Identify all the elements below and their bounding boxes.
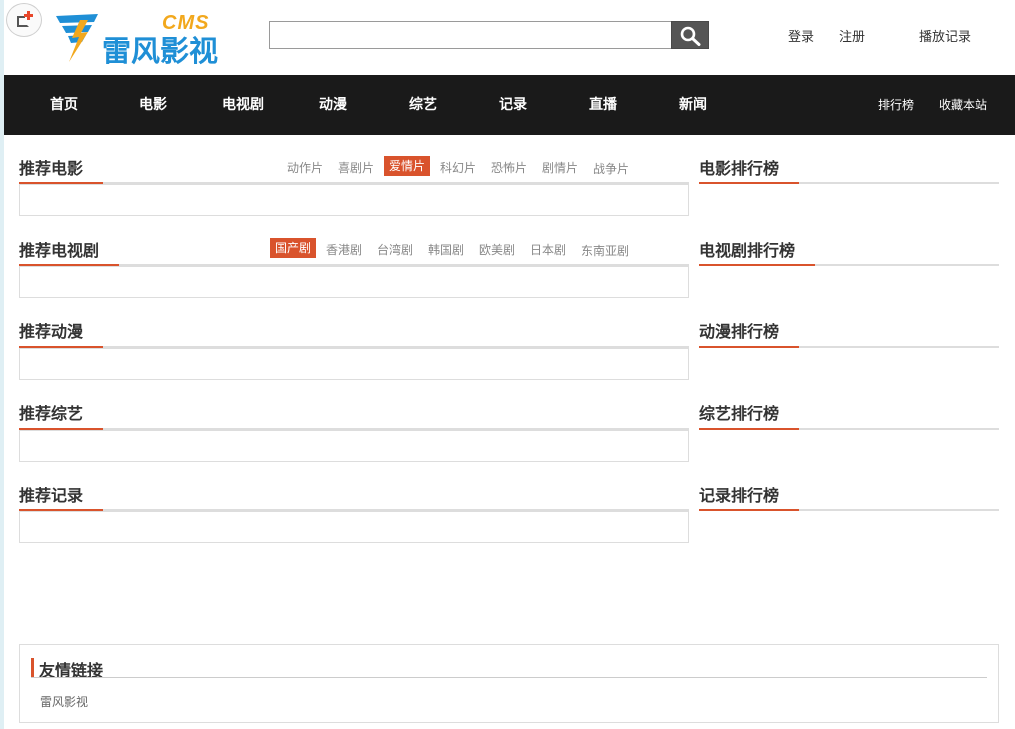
tag-western[interactable]: 欧美剧: [474, 240, 520, 260]
main-nav: 首页 电影 电视剧 动漫 综艺 记录 直播 新闻 排行榜 收藏本站: [4, 75, 1015, 135]
new-tab-icon[interactable]: [6, 3, 42, 37]
tag-action[interactable]: 动作片: [282, 158, 328, 178]
search-input[interactable]: [269, 21, 672, 49]
rank-accent: [699, 509, 799, 511]
tag-korean[interactable]: 韩国剧: [423, 240, 469, 260]
rank-title: 动漫排行榜: [699, 322, 780, 341]
tag-horror[interactable]: 恐怖片: [486, 158, 532, 178]
tag-hongkong[interactable]: 香港剧: [321, 240, 367, 260]
friend-links-divider: [31, 677, 987, 678]
tag-japanese[interactable]: 日本剧: [525, 240, 571, 260]
rank-accent: [699, 346, 799, 348]
section-title: 推荐记录: [19, 486, 84, 505]
tag-taiwan[interactable]: 台湾剧: [372, 240, 418, 260]
rank-title: 电视剧排行榜: [699, 241, 796, 260]
rank-title: 综艺排行榜: [699, 404, 780, 423]
rank-accent: [699, 182, 799, 184]
search-bar: [269, 21, 709, 49]
tag-war[interactable]: 战争片: [588, 159, 634, 179]
register-link[interactable]: 注册: [839, 26, 865, 45]
nav-item-tv[interactable]: 电视剧: [222, 75, 264, 135]
nav-item-movies[interactable]: 电影: [139, 75, 167, 135]
friend-links-accent: [31, 658, 34, 677]
header: CMS 雷风影视 登录 注册 播放记录: [4, 0, 1015, 75]
section-content-box: [19, 184, 689, 216]
logo-site-name: 雷风影视: [102, 34, 219, 68]
nav-bookmark-link[interactable]: 收藏本站: [939, 75, 987, 135]
site-logo[interactable]: CMS 雷风影视: [54, 6, 234, 68]
section-title: 推荐电视剧: [19, 241, 100, 260]
tag-southeast-asia[interactable]: 东南亚剧: [576, 241, 634, 261]
friend-link-item[interactable]: 雷风影视: [40, 693, 88, 710]
logo-tornado-icon: [56, 14, 98, 62]
login-link[interactable]: 登录: [788, 26, 814, 45]
nav-item-home[interactable]: 首页: [50, 75, 78, 135]
play-history-link[interactable]: 播放记录: [919, 26, 971, 45]
tag-scifi[interactable]: 科幻片: [435, 158, 481, 178]
nav-item-live[interactable]: 直播: [589, 75, 617, 135]
rank-accent: [699, 264, 815, 266]
section-title: 推荐动漫: [19, 322, 84, 341]
search-button[interactable]: [671, 21, 709, 49]
nav-item-variety[interactable]: 综艺: [409, 75, 437, 135]
nav-ranking-link[interactable]: 排行榜: [878, 75, 914, 135]
section-title: 推荐电影: [19, 159, 84, 178]
tag-domestic[interactable]: 国产剧: [270, 238, 317, 258]
nav-item-news[interactable]: 新闻: [679, 75, 707, 135]
search-icon: [680, 26, 701, 46]
section-content-box: [19, 348, 689, 380]
tag-drama[interactable]: 剧情片: [537, 158, 583, 178]
nav-item-anime[interactable]: 动漫: [319, 75, 347, 135]
rank-title: 记录排行榜: [699, 486, 780, 505]
section-content-box: [19, 511, 689, 543]
section-title: 推荐综艺: [19, 404, 84, 423]
section-content-box: [19, 430, 689, 462]
rank-accent: [699, 428, 799, 430]
tag-comedy[interactable]: 喜剧片: [333, 158, 379, 178]
section-content-box: [19, 266, 689, 298]
nav-item-documentary[interactable]: 记录: [499, 75, 527, 135]
rank-title: 电影排行榜: [699, 159, 780, 178]
tag-romance[interactable]: 爱情片: [384, 156, 431, 176]
friend-links-box: 友情链接 雷风影视: [19, 644, 999, 723]
